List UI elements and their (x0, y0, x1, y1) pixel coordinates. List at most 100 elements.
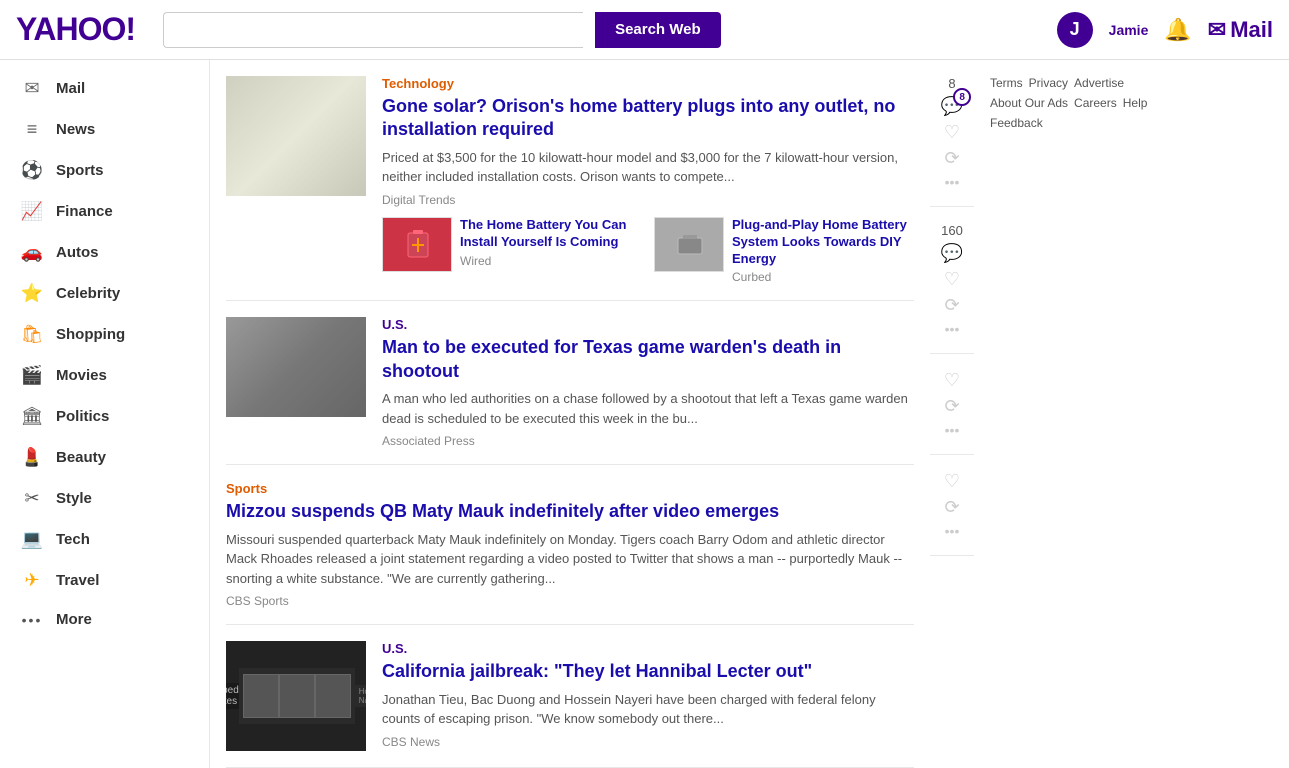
sidebar-item-label: Style (56, 490, 92, 507)
more-actions-icon[interactable]: ••• (945, 523, 960, 539)
sidebar-item-politics[interactable]: 🏛 Politics (0, 396, 209, 437)
tech-icon: 💻 (20, 529, 44, 550)
heart-icon[interactable]: ♡ (944, 269, 960, 290)
comment-button-area[interactable]: 💬 8 (941, 96, 963, 117)
sidebar-item-label: Tech (56, 531, 90, 548)
sidebar-item-celebrity[interactable]: ⭐ Celebrity (0, 273, 209, 314)
search-button[interactable]: Search Web (595, 12, 721, 48)
footer-link-terms[interactable]: Terms (990, 76, 1023, 90)
more-actions-icon[interactable]: ••• (945, 422, 960, 438)
article-thumbnail: BREAKING NEWS Escaped Inmates Hossein Na… (226, 641, 366, 751)
beauty-icon: 💄 (20, 447, 44, 468)
comment-badge: 8 (953, 88, 971, 106)
autos-icon: 🚗 (20, 242, 44, 263)
sidebar-item-label: Celebrity (56, 285, 120, 302)
article-desc: Jonathan Tieu, Bac Duong and Hossein Nay… (382, 690, 914, 729)
article-thumbnail (226, 76, 366, 196)
sub-article-content: Plug-and-Play Home Battery System Looks … (732, 217, 914, 285)
sub-article-title[interactable]: Plug-and-Play Home Battery System Looks … (732, 217, 914, 268)
sidebar-item-label: Beauty (56, 449, 106, 466)
more-icon: ••• (20, 612, 44, 628)
news-icon: ≡ (20, 119, 44, 140)
mail-link[interactable]: ✉ Mail (1208, 17, 1273, 43)
share-icon[interactable]: ⟳ (944, 295, 959, 316)
more-actions-icon[interactable]: ••• (945, 174, 960, 190)
sidebar-item-label: Shopping (56, 326, 125, 343)
mail-icon: ✉ (1208, 17, 1226, 43)
footer-link-about-ads[interactable]: About Our Ads (990, 96, 1068, 110)
main-content: Technology Gone solar? Orison's home bat… (210, 60, 930, 768)
sidebar-item-finance[interactable]: 📈 Finance (0, 191, 209, 232)
sub-article-content: The Home Battery You Can Install Yoursel… (460, 217, 642, 268)
heart-icon[interactable]: ♡ (944, 471, 960, 492)
article-desc: Missouri suspended quarterback Maty Mauk… (226, 530, 914, 589)
sidebar-item-label: Politics (56, 408, 109, 425)
sidebar-item-news[interactable]: ≡ News (0, 109, 209, 150)
sidebar-item-tech[interactable]: 💻 Tech (0, 519, 209, 560)
footer-panel: Terms Privacy Advertise About Our Ads Ca… (974, 60, 1174, 768)
share-icon[interactable]: ⟳ (944, 148, 959, 169)
heart-icon[interactable]: ♡ (944, 370, 960, 391)
article-title[interactable]: Man to be executed for Texas game warden… (382, 336, 914, 383)
sidebar-item-sports[interactable]: ⚽ Sports (0, 150, 209, 191)
user-area: J Jamie 🔔 ✉ Mail (1057, 12, 1273, 48)
sidebar-item-label: Travel (56, 572, 99, 589)
mail-label: Mail (1230, 17, 1273, 43)
sidebar-item-movies[interactable]: 🎬 Movies (0, 355, 209, 396)
article-content: U.S. California jailbreak: "They let Han… (382, 641, 914, 748)
article-content: Technology Gone solar? Orison's home bat… (382, 76, 914, 284)
article-source: Digital Trends (382, 193, 914, 207)
article-desc: A man who led authorities on a chase fol… (382, 389, 914, 428)
heart-icon[interactable]: ♡ (944, 122, 960, 143)
sub-article: Plug-and-Play Home Battery System Looks … (654, 217, 914, 285)
sidebar: ✉ Mail ≡ News ⚽ Sports 📈 Finance 🚗 Autos… (0, 60, 210, 768)
sidebar-item-autos[interactable]: 🚗 Autos (0, 232, 209, 273)
article-card: U.S. Man to be executed for Texas game w… (226, 301, 914, 465)
sidebar-item-label: Mail (56, 80, 85, 97)
interaction-group: 160 💬 ♡ ⟳ ••• (930, 207, 974, 354)
footer-link-help[interactable]: Help (1123, 96, 1148, 110)
comment-count: 160 (941, 223, 963, 238)
finance-icon: 📈 (20, 201, 44, 222)
sidebar-item-beauty[interactable]: 💄 Beauty (0, 437, 209, 478)
sidebar-item-label: Finance (56, 203, 113, 220)
article-card: Sports Mizzou suspends QB Maty Mauk inde… (226, 465, 914, 625)
yahoo-logo: YAHOO! (16, 11, 135, 48)
politics-icon: 🏛 (20, 406, 44, 427)
sub-article-title[interactable]: The Home Battery You Can Install Yoursel… (460, 217, 642, 251)
avatar: J (1057, 12, 1093, 48)
share-icon[interactable]: ⟳ (944, 396, 959, 417)
shopping-icon: 🛍 (20, 324, 44, 345)
article-category: Sports (226, 481, 914, 496)
article-desc: Priced at $3,500 for the 10 kilowatt-hou… (382, 148, 914, 187)
sidebar-item-more[interactable]: ••• More (0, 601, 209, 638)
bell-icon[interactable]: 🔔 (1164, 17, 1191, 43)
sidebar-item-shopping[interactable]: 🛍 Shopping (0, 314, 209, 355)
footer-link-careers[interactable]: Careers (1074, 96, 1117, 110)
sidebar-item-label: More (56, 611, 92, 628)
more-actions-icon[interactable]: ••• (945, 321, 960, 337)
article-content: U.S. Man to be executed for Texas game w… (382, 317, 914, 448)
sidebar-item-style[interactable]: ✂ Style (0, 478, 209, 519)
footer-link-advertise[interactable]: Advertise (1074, 76, 1124, 90)
footer-links: Terms Privacy Advertise About Our Ads Ca… (990, 76, 1158, 130)
article-title[interactable]: California jailbreak: "They let Hannibal… (382, 660, 914, 683)
sidebar-item-travel[interactable]: ✈ Travel (0, 560, 209, 601)
interaction-group: 8 💬 8 ♡ ⟳ ••• (930, 60, 974, 207)
footer-link-privacy[interactable]: Privacy (1029, 76, 1068, 90)
sports-icon: ⚽ (20, 160, 44, 181)
article-source: CBS Sports (226, 594, 914, 608)
comment-icon[interactable]: 💬 (941, 243, 963, 264)
sidebar-item-label: Sports (56, 162, 104, 179)
sidebar-item-mail[interactable]: ✉ Mail (0, 68, 209, 109)
sub-article-thumbnail (382, 217, 452, 272)
article-category: U.S. (382, 641, 914, 656)
footer-link-feedback[interactable]: Feedback (990, 116, 1043, 130)
article-title[interactable]: Mizzou suspends QB Maty Mauk indefinitel… (226, 500, 914, 523)
mail-icon: ✉ (20, 78, 44, 99)
share-icon[interactable]: ⟳ (944, 497, 959, 518)
movies-icon: 🎬 (20, 365, 44, 386)
search-input[interactable] (163, 12, 583, 48)
travel-icon: ✈ (20, 570, 44, 591)
article-title[interactable]: Gone solar? Orison's home battery plugs … (382, 95, 914, 142)
